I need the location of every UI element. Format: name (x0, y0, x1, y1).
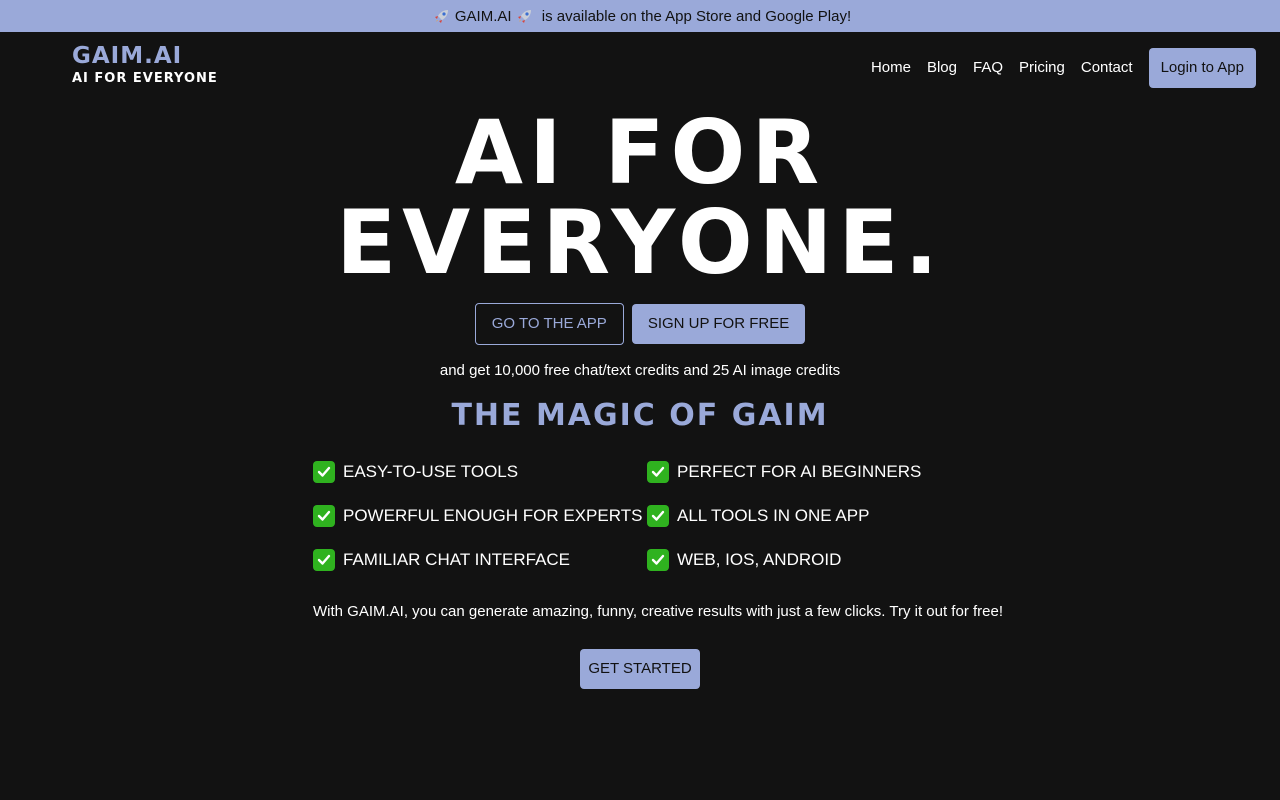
credits-text: and get 10,000 free chat/text credits an… (439, 362, 841, 379)
feature-item: ALL TOOLS IN ONE APP (647, 504, 973, 528)
check-mark-icon (647, 461, 669, 483)
magic-title: THE MAGIC OF GAIM (451, 398, 829, 433)
check-mark-icon (647, 549, 669, 571)
get-started-button[interactable]: GET STARTED (580, 649, 700, 689)
banner-brand: GAIM.AI (454, 7, 512, 25)
check-mark-icon (313, 461, 335, 483)
feature-list: EASY-TO-USE TOOLS PERFECT FOR AI BEGINNE… (313, 460, 973, 572)
feature-item: WEB, IOS, ANDROID (647, 548, 973, 572)
login-button[interactable]: Login to App (1148, 48, 1256, 88)
feature-label: PERFECT FOR AI BEGINNERS (677, 462, 922, 481)
rocket-icon (433, 8, 451, 25)
hero-line-2: EVERYONE. (336, 191, 944, 294)
nav-faq[interactable]: FAQ (973, 48, 1003, 88)
feature-label: WEB, IOS, ANDROID (677, 550, 842, 569)
brand-logo[interactable]: GAIM.AI AI FOR EVERYONE (72, 42, 218, 88)
sign-up-button[interactable]: SIGN UP FOR FREE (631, 304, 806, 344)
feature-item: POWERFUL ENOUGH FOR EXPERTS (313, 504, 647, 528)
hero-title: AI FOR EVERYONE. (0, 108, 1280, 288)
banner-text: is available on the App Store and Google… (537, 7, 852, 25)
brand-tagline: AI FOR EVERYONE (72, 71, 218, 86)
feature-item: PERFECT FOR AI BEGINNERS (647, 460, 973, 484)
feature-label: POWERFUL ENOUGH FOR EXPERTS (343, 506, 643, 525)
cta-buttons: GO TO THE APP SIGN UP FOR FREE (0, 303, 1280, 345)
brand-name: GAIM.AI (72, 43, 183, 69)
feature-item: EASY-TO-USE TOOLS (313, 460, 647, 484)
nav-pricing[interactable]: Pricing (1019, 48, 1065, 88)
go-to-app-button[interactable]: GO TO THE APP (474, 303, 624, 345)
feature-label: EASY-TO-USE TOOLS (343, 462, 519, 481)
pitch-text: With GAIM.AI, you can generate amazing, … (313, 603, 1003, 620)
check-mark-icon (313, 549, 335, 571)
nav-contact[interactable]: Contact (1081, 48, 1133, 88)
feature-label: FAMILIAR CHAT INTERFACE (343, 550, 571, 569)
check-mark-icon (647, 505, 669, 527)
main-nav: Home Blog FAQ Pricing Contact Login to A… (855, 48, 1256, 88)
rocket-icon (516, 8, 534, 25)
feature-label: ALL TOOLS IN ONE APP (677, 506, 870, 525)
feature-item: FAMILIAR CHAT INTERFACE (313, 548, 647, 572)
check-mark-icon (313, 505, 335, 527)
hero-line-1: AI FOR (454, 101, 826, 204)
nav-blog[interactable]: Blog (927, 48, 957, 88)
announcement-banner: GAIM.AI is available on the App Store an… (0, 0, 1280, 32)
nav-home[interactable]: Home (871, 48, 911, 88)
